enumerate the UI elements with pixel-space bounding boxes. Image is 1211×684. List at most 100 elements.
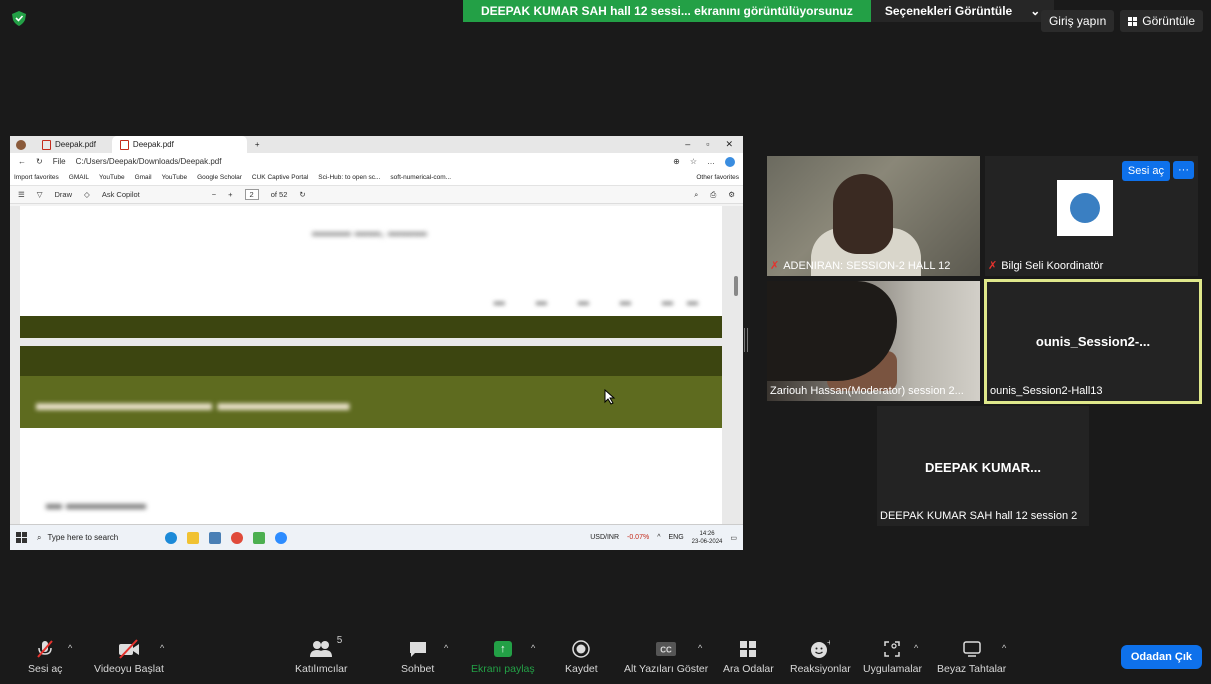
favorite-item[interactable]: CUK Captive Portal [252,174,308,181]
chevron-up-icon[interactable]: ^ [444,643,448,653]
mic-muted-icon: ✗ [770,260,780,272]
participant-tile[interactable]: DEEPAK KUMAR... DEEPAK KUMAR SAH hall 12… [877,406,1089,526]
rotate-icon[interactable]: ↻ [299,190,305,199]
breakout-rooms-button[interactable]: Ara Odalar [723,639,774,675]
view-label: Görüntüle [1142,14,1195,28]
chevron-up-icon[interactable]: ^ [531,643,535,653]
breakout-rooms-label: Ara Odalar [723,663,774,675]
login-button[interactable]: Giriş yapın [1040,10,1115,32]
pdf-viewer[interactable]: ▬▬▬ ▬▬, ▬▬▬ ▬ ▬ ▬ ▬ ▬▬ ▬▬▬▬▬▬▬▬ ▬▬▬▬▬▬ ▬… [10,206,743,524]
share-screen-icon: ↑ [493,639,512,659]
more-icon[interactable]: … [707,157,715,166]
favorite-item[interactable]: YouTube [162,174,188,181]
print-icon[interactable]: ⎙ [710,190,716,200]
zoom-icon[interactable]: ⊕ [673,157,680,166]
address-bar: ← ↻ File C:/Users/Deepak/Downloads/Deepa… [10,153,743,170]
chevron-up-icon[interactable]: ^ [1002,643,1006,653]
split-drag-handle[interactable] [744,328,748,352]
participant-name-text: DEEPAK KUMAR SAH hall 12 session 2 [880,510,1078,522]
chevron-up-icon[interactable]: ^ [68,643,72,653]
participant-tile[interactable]: ✗ ADENIRAN: SESSION-2 HALL 12 [767,156,980,276]
participant-tile[interactable]: Zariouh Hassan(Moderator) session 2... [767,281,980,401]
ask-copilot-label[interactable]: Ask Copilot [102,190,140,199]
copilot-icon[interactable] [725,156,735,167]
participants-button[interactable]: 5 Katılımcılar [295,635,348,675]
ticker-change: -0.07% [627,534,650,541]
chevron-up-icon[interactable]: ^ [698,643,702,653]
close-icon[interactable]: ✕ [725,139,733,150]
unmute-participant-button[interactable]: Sesi aç [1121,161,1170,181]
favorites-bar: Import favorites GMAIL YouTube Gmail You… [10,170,743,186]
unmute-button[interactable]: Sesi aç [28,639,62,675]
pdf-scrollbar[interactable] [734,276,738,296]
minimize-icon[interactable]: – [685,139,690,150]
taskbar-clock[interactable]: 14:26 23-06-2024 [692,530,723,546]
active-speaker-tile[interactable]: ounis_Session2-... ounis_Session2-Hall13 [984,279,1202,404]
participant-tile[interactable]: Sesi aç ··· ✗ Bilgi Seli Koordinatör [985,156,1198,276]
favorite-item[interactable]: Import favorites [14,174,59,181]
participant-name: ✗ ADENIRAN: SESSION-2 HALL 12 [770,259,950,273]
refresh-icon[interactable]: ↻ [36,157,43,166]
svg-text:CC: CC [660,646,672,655]
taskbar-search[interactable]: ⌕ Type here to search [37,533,155,543]
browser-profile-icon[interactable] [16,139,26,150]
browser-tab-active[interactable]: Deepak.pdf [111,136,247,153]
page-footer-band [20,316,722,338]
search-icon[interactable]: ⌕ [694,190,698,200]
participant-name: DEEPAK KUMAR SAH hall 12 session 2 [880,510,1077,522]
chat-button[interactable]: Sohbet [401,639,434,675]
leave-meeting-button[interactable]: Odadan Çık [1120,645,1202,669]
contents-icon[interactable]: ☰ [18,190,25,199]
settings-icon[interactable]: ⚙ [728,190,735,199]
view-options-button[interactable]: Seçenekleri Görüntüle ⌄ [870,0,1055,22]
browser-tab[interactable]: Deepak.pdf [34,136,104,153]
favorite-item[interactable]: GMAIL [69,174,89,181]
favorite-star-icon[interactable]: ☆ [690,157,697,166]
chevron-up-icon[interactable]: ^ [914,643,918,653]
eraser-icon[interactable]: ◇ [84,190,90,199]
participant-name: ounis_Session2-Hall13 [990,385,1103,397]
other-favorites[interactable]: Other favorites [696,174,739,181]
record-icon [572,639,591,659]
back-icon[interactable]: ← [18,157,26,166]
shield-icon[interactable] [12,11,26,26]
apps-label: Uygulamalar [863,663,922,675]
url-field[interactable]: C:/Users/Deepak/Downloads/Deepak.pdf [76,157,664,166]
favorite-item[interactable]: Google Scholar [197,174,242,181]
restore-icon[interactable]: ▫ [706,139,709,150]
whiteboards-button[interactable]: Beyaz Tahtalar [937,639,1006,675]
new-tab-icon[interactable]: + [255,140,260,149]
record-button[interactable]: Kaydet [565,639,598,675]
more-options-button[interactable]: ··· [1173,161,1194,179]
zoom-app-icon[interactable] [275,531,287,544]
downloads-icon[interactable] [253,531,265,544]
chevron-up-icon[interactable]: ^ [160,643,164,653]
favorite-item[interactable]: YouTube [99,174,125,181]
edge-icon[interactable] [165,531,177,544]
start-video-button[interactable]: Videoyu Başlat [94,639,164,675]
language-label[interactable]: ENG [669,534,684,541]
draw-icon[interactable]: ▽ [37,190,43,199]
file-explorer-icon[interactable] [187,531,199,544]
zoom-out-icon[interactable]: − [212,190,216,199]
participant-name-text: Bilgi Seli Koordinatör [1001,259,1104,272]
chrome-icon[interactable] [231,531,243,544]
favorite-item[interactable]: soft-numerical-com... [390,174,451,181]
tray-expand-icon[interactable]: ^ [657,534,660,541]
notifications-icon[interactable]: ▭ [730,534,737,542]
captions-button[interactable]: CC Alt Yazıları Göster [624,639,708,675]
share-screen-button[interactable]: ↑ Ekranı paylaş [471,639,535,675]
breakout-rooms-icon [739,639,757,659]
page-number-input[interactable]: 2 [244,189,259,200]
reactions-button[interactable]: + Reaksiyonlar [790,639,851,675]
favorite-item[interactable]: Gmail [135,174,152,181]
windows-start-icon[interactable] [16,532,27,543]
bilsel-logo [1057,180,1113,236]
draw-label[interactable]: Draw [55,190,73,199]
store-icon[interactable] [209,531,221,544]
view-button[interactable]: Görüntüle [1120,10,1203,32]
shared-screen: Deepak.pdf Deepak.pdf + – ▫ ✕ ← ↻ File C… [10,136,743,550]
zoom-in-icon[interactable]: + [228,190,232,199]
favorite-item[interactable]: Sci-Hub: to open sc... [318,174,380,181]
participants-label: Katılımcılar [295,663,348,675]
